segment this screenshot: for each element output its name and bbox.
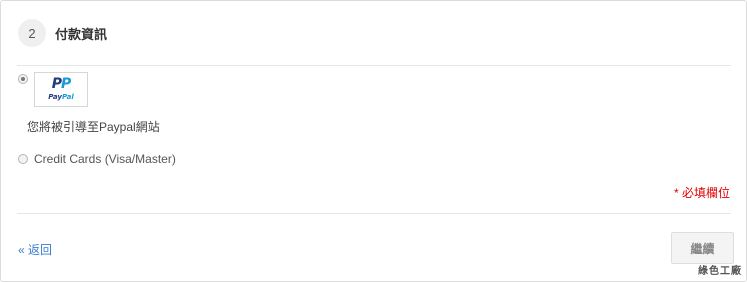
required-fields-note: * 必填欄位 bbox=[673, 186, 730, 200]
credit-card-label[interactable]: Credit Cards (Visa/Master) bbox=[34, 152, 176, 166]
continue-button[interactable]: 繼續 bbox=[671, 232, 734, 264]
paypal-wordmark: PayPal bbox=[48, 93, 74, 101]
step-header: 2 付款資訊 bbox=[18, 18, 107, 48]
paypal-redirect-note: 您將被引導至Paypal網站 bbox=[27, 120, 160, 134]
step-number-badge: 2 bbox=[18, 19, 46, 47]
step-title: 付款資訊 bbox=[55, 26, 108, 42]
back-link[interactable]: « 返回 bbox=[18, 241, 52, 258]
watermark-logo: 綠色工廠 bbox=[698, 266, 742, 277]
header-divider bbox=[17, 65, 731, 66]
paypal-mark-icon: PP bbox=[51, 76, 72, 92]
paypal-radio[interactable] bbox=[18, 74, 28, 84]
paypal-logo[interactable]: PP PayPal bbox=[34, 72, 88, 107]
credit-card-radio[interactable] bbox=[18, 154, 28, 164]
footer-divider bbox=[17, 213, 731, 214]
payment-info-panel: 2 付款資訊 PP PayPal 您將被引導至Paypal網站 Credit C… bbox=[0, 0, 747, 282]
